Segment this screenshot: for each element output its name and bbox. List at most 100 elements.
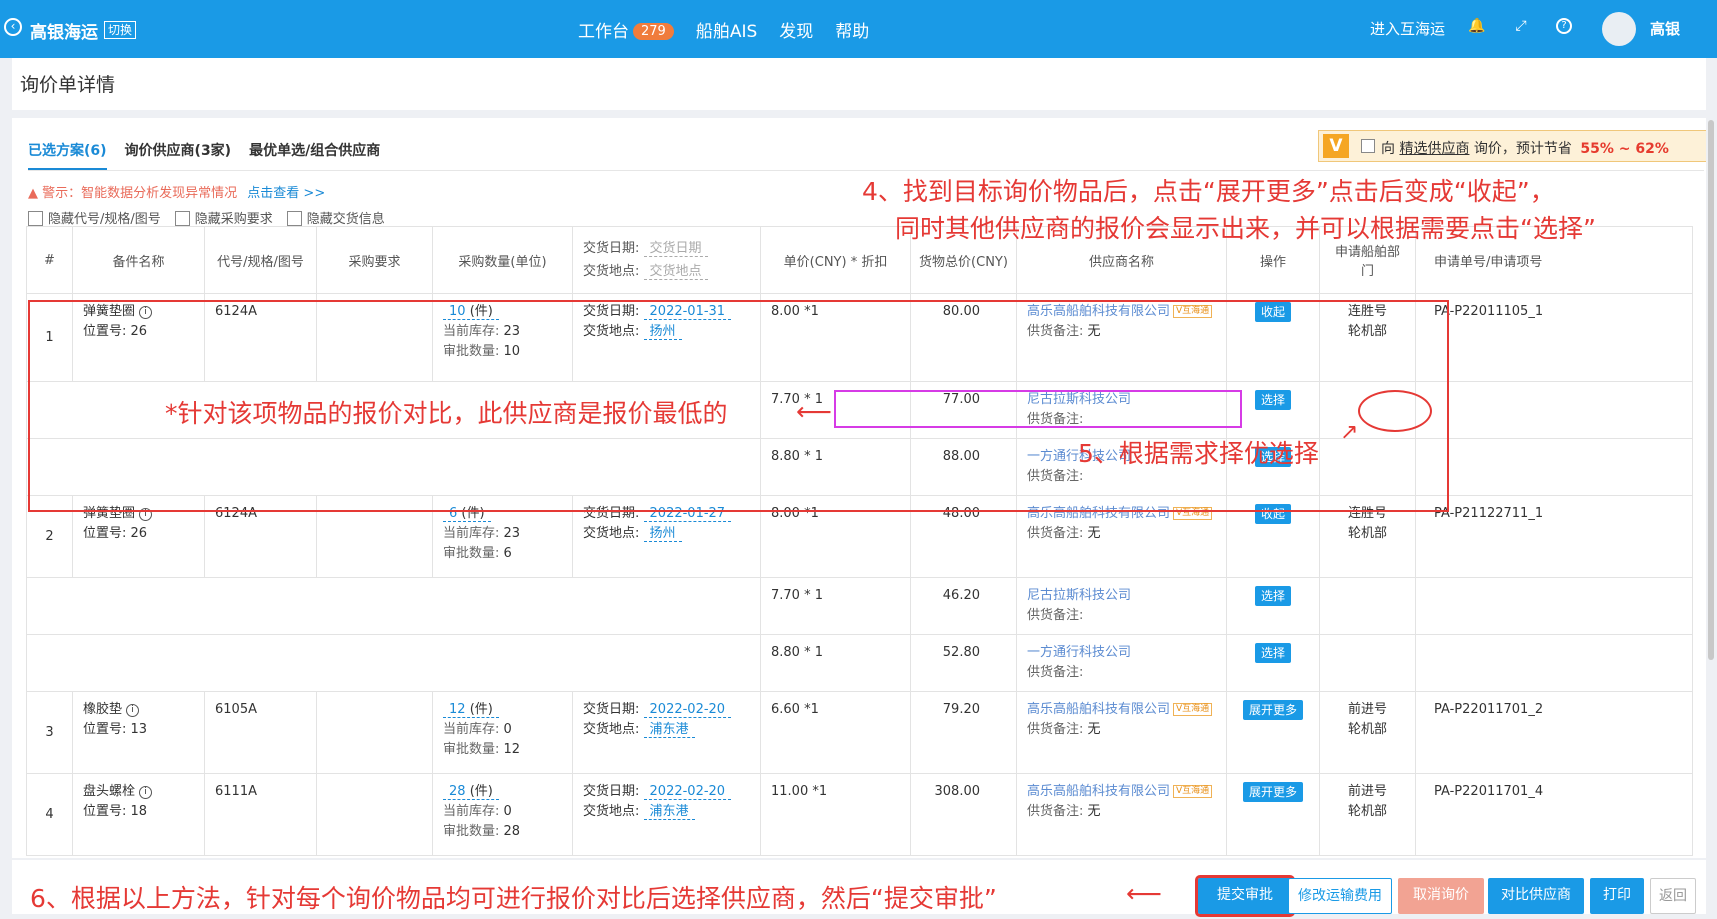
top-nav: 工作台 279 船舶AIS 发现 帮助 — [578, 17, 869, 42]
nav-workbench[interactable]: 工作台 279 — [578, 17, 674, 42]
op-cell: 选择 — [1226, 634, 1320, 692]
supplier-link[interactable]: 高乐高船舶科技有限公司 — [1027, 784, 1170, 799]
total-cell: 79.20 — [910, 691, 1017, 774]
vip-icon: V — [1323, 134, 1349, 158]
col-price: 单价(CNY) * 折扣 — [760, 226, 911, 294]
code-cell: 6105A — [204, 691, 317, 774]
promo-link[interactable]: 精选供应商 — [1399, 141, 1469, 157]
back-button[interactable]: 返回 — [1650, 878, 1696, 914]
place-label: 交货地点: — [583, 526, 640, 541]
item-name: 橡胶垫 — [83, 702, 123, 717]
hide-delivery-checkbox[interactable]: 隐藏交货信息 — [286, 208, 385, 227]
pos-value: 26 — [130, 526, 148, 541]
qty-input[interactable]: 12 (件) — [443, 702, 499, 718]
ship-name: 前进号 — [1347, 784, 1387, 799]
total-cell: 52.80 — [910, 634, 1017, 692]
date-value[interactable]: 2022-02-20 — [643, 784, 732, 800]
place-value[interactable]: 浦东港 — [643, 804, 695, 820]
switch-company-button[interactable]: 切换 — [104, 21, 137, 39]
stock-value: 0 — [503, 804, 512, 819]
select-button[interactable]: 选择 — [1254, 586, 1291, 606]
supplier-tag: V互海通 — [1173, 785, 1213, 798]
nav-help[interactable]: 帮助 — [835, 17, 869, 42]
print-button[interactable]: 打印 — [1590, 878, 1644, 914]
tab-selected-plan[interactable]: 已选方案(6) — [28, 140, 107, 170]
warning-icon: ▲ — [28, 186, 38, 201]
table-row: 4 盘头螺栓 i 位置号: 18 6111A 28 (件) 当前库存: 0 审批数量: … — [26, 773, 1693, 856]
supplier-link[interactable]: 尼古拉斯科技公司 — [1027, 588, 1131, 603]
row-num: 3 — [26, 691, 73, 774]
select-button[interactable]: 选择 — [1254, 643, 1291, 663]
scrollbar[interactable] — [1708, 120, 1714, 660]
price-cell: 6.60 *1 — [760, 691, 911, 774]
bell-icon[interactable]: 🔔 — [1468, 18, 1486, 36]
note-value: 无 — [1087, 804, 1101, 819]
reqno-cell[interactable]: PA-P22011701_4 — [1415, 773, 1693, 856]
reqno-cell[interactable]: PA-P22011105_1 — [1415, 293, 1693, 382]
help-icon[interactable]: ? — [1556, 18, 1572, 34]
nav-ship-ais[interactable]: 船舶AIS — [696, 17, 757, 42]
delivery-date-filter[interactable]: 交货日期 — [643, 241, 708, 257]
user-name[interactable]: 高银 — [1650, 18, 1680, 39]
compare-suppliers-button[interactable]: 对比供应商 — [1488, 878, 1584, 914]
tab-best-choice[interactable]: 最优单选/组合供应商 — [249, 140, 380, 170]
stock-value: 0 — [503, 722, 512, 737]
tab-suppliers[interactable]: 询价供应商(3家) — [125, 140, 232, 170]
item-name-cell: 盘头螺栓 i 位置号: 18 — [72, 773, 205, 856]
annotation-step5: 5、根据需求择优选择 — [1078, 439, 1319, 468]
note-label: 供货备注: — [1027, 526, 1084, 541]
code-cell: 6111A — [204, 773, 317, 856]
fullscreen-icon[interactable]: ⤢ — [1512, 18, 1530, 36]
alt-spacer — [26, 577, 761, 635]
supplier-cell: 一方通行科技公司 供货备注: — [1016, 634, 1227, 692]
back-icon[interactable]: ‹ — [4, 18, 22, 36]
annotation-arrow-left: ⟵ — [796, 397, 832, 426]
delivery-place-filter[interactable]: 交货地点 — [643, 264, 708, 280]
table-row-alt: 8.80 * 1 52.80 一方通行科技公司 供货备注: 选择 — [26, 634, 1693, 692]
hide-req-checkbox[interactable]: 隐藏采购要求 — [174, 208, 273, 227]
date-value[interactable]: 2022-02-20 — [643, 702, 732, 718]
note-label: 供货备注: — [1027, 665, 1084, 680]
stock-value: 23 — [503, 526, 521, 541]
col-code: 代号/规格/图号 — [204, 226, 317, 294]
price-cell: 7.70 * 1 — [760, 577, 911, 635]
title-panel: 询价单详情 — [12, 58, 1706, 110]
cancel-inquiry-button[interactable]: 取消询价 — [1398, 878, 1484, 914]
reqno-cell[interactable]: PA-P22011701_2 — [1415, 691, 1693, 774]
promo-checkbox[interactable] — [1361, 139, 1375, 153]
promo-prefix: 向 — [1381, 141, 1395, 157]
info-icon[interactable]: i — [139, 786, 153, 799]
hide-code-checkbox[interactable]: 隐藏代号/规格/图号 — [28, 208, 161, 227]
edit-shipping-button[interactable]: 修改运输费用 — [1288, 878, 1392, 914]
place-value[interactable]: 浦东港 — [643, 722, 695, 738]
avatar[interactable] — [1602, 12, 1636, 46]
supplier-link[interactable]: 一方通行科技公司 — [1027, 645, 1131, 660]
total-cell: 308.00 — [910, 773, 1017, 856]
table-row: 3 橡胶垫 i 位置号: 13 6105A 12 (件) 当前库存: 0 审批数量: 1… — [26, 691, 1693, 774]
col-name: 备件名称 — [72, 226, 205, 294]
delivery-place-label: 交货地点: — [583, 264, 640, 279]
supplier-link[interactable]: 高乐高船舶科技有限公司 — [1027, 702, 1170, 717]
qty-cell: 28 (件) 当前库存: 0 审批数量: 28 — [432, 773, 573, 856]
pos-label: 位置号: — [83, 526, 127, 541]
note-value: 无 — [1087, 722, 1101, 737]
reqno-cell[interactable]: PA-P21122711_1 — [1415, 495, 1693, 578]
dept-name: 轮机部 — [1347, 526, 1387, 541]
stock-label: 当前库存: — [443, 526, 500, 541]
promo-text: 向 精选供应商 询价，预计节省 55% ~ 62% — [1381, 138, 1669, 158]
warning-link[interactable]: 点击查看 >> — [247, 186, 325, 201]
qty-input[interactable]: 28 (件) — [443, 784, 499, 800]
table-row-alt: 7.70 * 1 46.20 尼古拉斯科技公司 供货备注: 选择 — [26, 577, 1693, 635]
total-cell: 46.20 — [910, 577, 1017, 635]
submit-approval-button[interactable]: 提交审批 — [1195, 875, 1295, 917]
promo-mid: 询价，预计节省 — [1473, 141, 1572, 157]
nav-discover[interactable]: 发现 — [779, 17, 813, 42]
checkbox-box — [28, 211, 43, 226]
place-value[interactable]: 扬州 — [643, 526, 682, 542]
dept-name: 轮机部 — [1347, 804, 1387, 819]
enter-link[interactable]: 进入互海运 — [1370, 18, 1445, 39]
check-label: 隐藏采购要求 — [194, 212, 273, 227]
expand-more-button[interactable]: 展开更多 — [1242, 782, 1303, 802]
info-icon[interactable]: i — [126, 704, 140, 717]
expand-more-button[interactable]: 展开更多 — [1242, 700, 1303, 720]
